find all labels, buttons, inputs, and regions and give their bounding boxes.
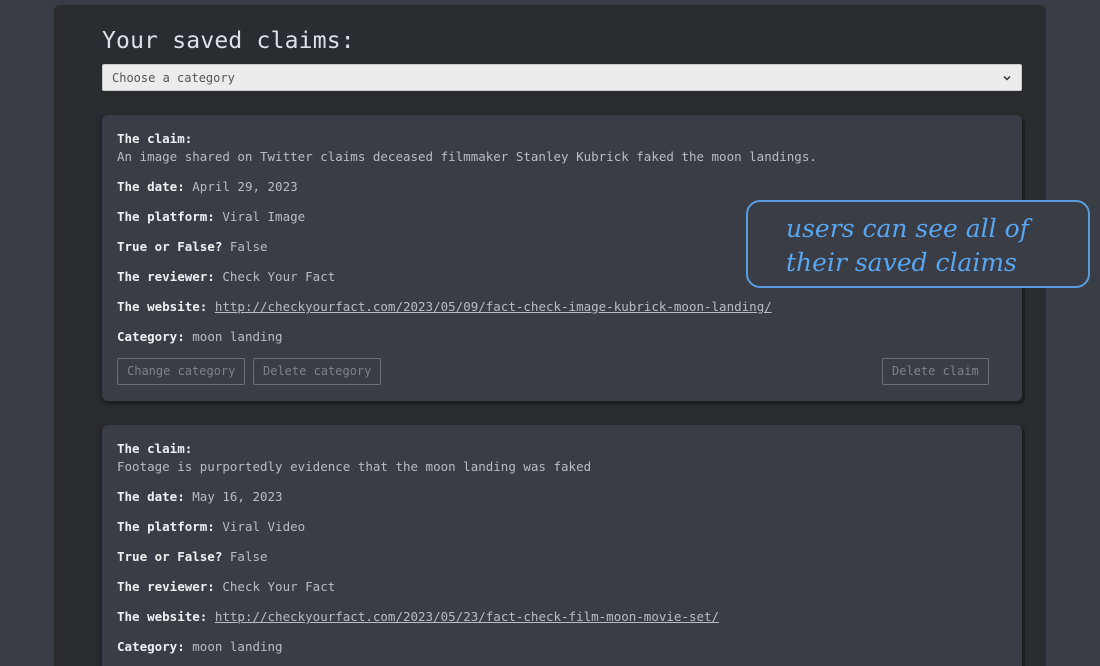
website-link[interactable]: http://checkyourfact.com/2023/05/09/fact…	[215, 299, 772, 314]
reviewer-value: Check Your Fact	[222, 579, 336, 594]
category-row: Category: moon landing	[117, 639, 283, 654]
category-row: Category: moon landing	[117, 329, 283, 344]
claim-text: An image shared on Twitter claims deceas…	[117, 149, 817, 164]
website-row: The website: http://checkyourfact.com/20…	[117, 609, 719, 624]
date-row: The date: April 29, 2023	[117, 179, 298, 194]
change-category-button[interactable]: Change category	[117, 358, 246, 385]
verdict-label: True or False?	[117, 239, 223, 254]
annotation-text: users can see all of their saved claims	[786, 214, 1029, 277]
reviewer-row: The reviewer: Check Your Fact	[117, 579, 335, 594]
date-value: May 16, 2023	[192, 489, 283, 504]
website-label: The website:	[117, 609, 208, 624]
platform-value: Viral Video	[222, 519, 306, 534]
category-select-value: Choose a category	[112, 71, 235, 85]
website-link[interactable]: http://checkyourfact.com/2023/05/23/fact…	[215, 609, 719, 624]
verdict-value: False	[229, 239, 268, 254]
website-row: The website: http://checkyourfact.com/20…	[117, 299, 772, 314]
date-label: The date:	[117, 489, 185, 504]
claim-label-row: The claim:	[117, 131, 192, 146]
category-value: moon landing	[192, 639, 283, 654]
reviewer-label: The reviewer:	[117, 579, 215, 594]
verdict-row: True or False? False	[117, 549, 268, 564]
reviewer-row: The reviewer: Check Your Fact	[117, 269, 335, 284]
delete-category-button[interactable]: Delete category	[253, 358, 382, 385]
category-label: Category:	[117, 329, 185, 344]
category-label: Category:	[117, 639, 185, 654]
reviewer-label: The reviewer:	[117, 269, 215, 284]
platform-label: The platform:	[117, 519, 215, 534]
date-label: The date:	[117, 179, 185, 194]
date-value: April 29, 2023	[192, 179, 298, 194]
website-label: The website:	[117, 299, 208, 314]
verdict-label: True or False?	[117, 549, 223, 564]
page-frame: Your saved claims: Choose a category The…	[0, 0, 1100, 666]
chevron-down-icon	[1003, 75, 1011, 81]
claim-card: The claim: Footage is purportedly eviden…	[102, 425, 1022, 666]
delete-claim-button[interactable]: Delete claim	[882, 358, 989, 385]
platform-row: The platform: Viral Video	[117, 519, 305, 534]
annotation-callout: users can see all of their saved claims	[746, 200, 1090, 288]
claim-label: The claim:	[117, 441, 193, 456]
category-select[interactable]: Choose a category	[102, 64, 1022, 91]
claim-text: Footage is purportedly evidence that the…	[117, 459, 592, 474]
verdict-row: True or False? False	[117, 239, 268, 254]
platform-label: The platform:	[117, 209, 215, 224]
date-row: The date: May 16, 2023	[117, 489, 283, 504]
verdict-value: False	[229, 549, 268, 564]
platform-value: Viral Image	[222, 209, 306, 224]
reviewer-value: Check Your Fact	[222, 269, 336, 284]
platform-row: The platform: Viral Image	[117, 209, 305, 224]
claim-label-row: The claim:	[117, 441, 192, 456]
category-value: moon landing	[192, 329, 283, 344]
claim-label: The claim:	[117, 131, 193, 146]
page-title: Your saved claims:	[102, 28, 355, 54]
